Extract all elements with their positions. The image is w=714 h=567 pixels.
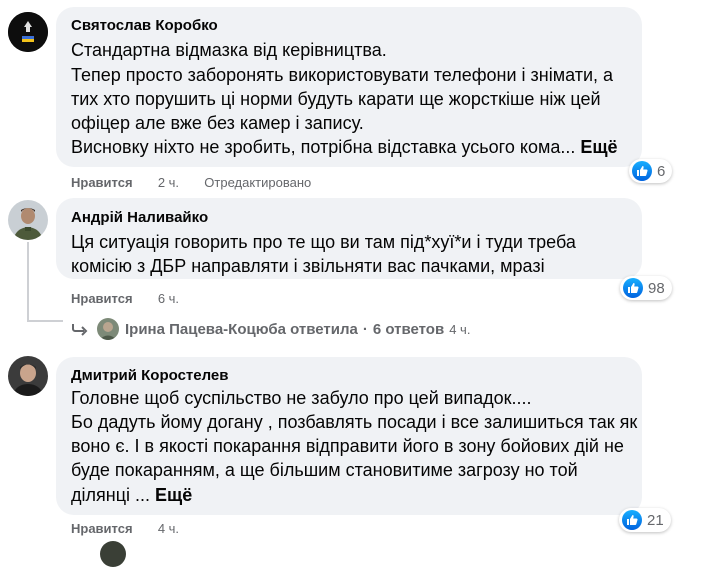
comment-meta: Нравится 2 ч. Отредактировано <box>71 175 311 190</box>
comment-time[interactable]: 4 ч. <box>158 521 179 536</box>
reply-arrow-icon <box>71 322 89 336</box>
reply-count: 6 ответов <box>372 320 445 338</box>
thumbs-up-icon <box>622 510 642 530</box>
avatar[interactable] <box>8 12 48 52</box>
see-more-link[interactable]: Ещё <box>580 137 617 157</box>
comment-time[interactable]: 6 ч. <box>158 291 179 306</box>
comment-text-line: тих хто порушить ці норми будуть карати … <box>71 89 601 109</box>
avatar[interactable] <box>100 541 126 567</box>
comment-author[interactable]: Дмитрий Коростелев <box>71 367 229 384</box>
comment-text-line: буде покаранням, а ще більшим становитим… <box>71 460 578 480</box>
comment-meta: Нравится 6 ч. <box>71 291 179 306</box>
comment-text-line: Бо дадуть йому догану , позбавлять посад… <box>71 412 638 432</box>
reaction-count-value: 21 <box>647 511 664 529</box>
comment-text-truncated: ділянці ... <box>71 485 151 505</box>
comment-text-line: Стандартна відмазка від керівництва. <box>71 40 387 60</box>
thumbs-up-icon <box>632 161 652 181</box>
comment-text-line: Ця ситуація говорить про те що ви там пі… <box>71 232 576 252</box>
view-replies-link[interactable]: Ірина Пацева-Коцюба ответила · 6 ответов… <box>71 318 470 340</box>
thread-connector <box>27 320 63 322</box>
see-more-link[interactable]: Ещё <box>155 485 192 505</box>
avatar[interactable] <box>8 200 48 240</box>
comment-text-line: Висновку ніхто не зробить, потрібна відс… <box>71 135 618 159</box>
avatar[interactable] <box>8 356 48 396</box>
comment-author[interactable]: Святослав Коробко <box>71 17 218 34</box>
avatar-person-icon <box>8 200 48 240</box>
reaction-count[interactable]: 21 <box>619 508 671 532</box>
comment-text-line: Тепер просто заборонять використовувати … <box>71 65 614 85</box>
avatar-emblem-icon <box>8 12 48 52</box>
comment-text-truncated: Висновку ніхто не зробить, потрібна відс… <box>71 137 576 157</box>
thread-line <box>27 242 29 322</box>
comment-text-line: комісію з ДБР направляти і звільняти вас… <box>71 256 545 276</box>
reaction-count[interactable]: 98 <box>620 276 672 300</box>
reaction-count-value: 6 <box>657 162 666 180</box>
comment-text-line: ділянці ... Ещё <box>71 483 192 507</box>
reply-separator: · <box>362 320 368 338</box>
like-button[interactable]: Нравится <box>71 175 133 190</box>
reply-author: Ірина Пацева-Коцюба ответила <box>125 320 358 338</box>
like-button[interactable]: Нравится <box>71 291 133 306</box>
like-button[interactable]: Нравится <box>71 521 133 536</box>
thumbs-up-icon <box>623 278 643 298</box>
edited-label: Отредактировано <box>204 175 312 190</box>
reaction-count-value: 98 <box>648 279 665 297</box>
comment-meta: Нравится 4 ч. <box>71 521 179 536</box>
comment-time[interactable]: 2 ч. <box>158 175 179 190</box>
avatar-person-icon <box>8 356 48 396</box>
comment-text-line: Головне щоб суспільство не забуло про це… <box>71 388 532 408</box>
reply-time: 4 ч. <box>449 321 471 337</box>
comment-text-line: офіцер але вже без камер і запису. <box>71 113 364 133</box>
replier-avatar <box>97 318 119 340</box>
comment-author[interactable]: Андрій Наливайко <box>71 209 208 226</box>
reaction-count[interactable]: 6 <box>629 159 673 183</box>
comment-text-line: воно є. І в якості покарання відправити … <box>71 436 624 456</box>
